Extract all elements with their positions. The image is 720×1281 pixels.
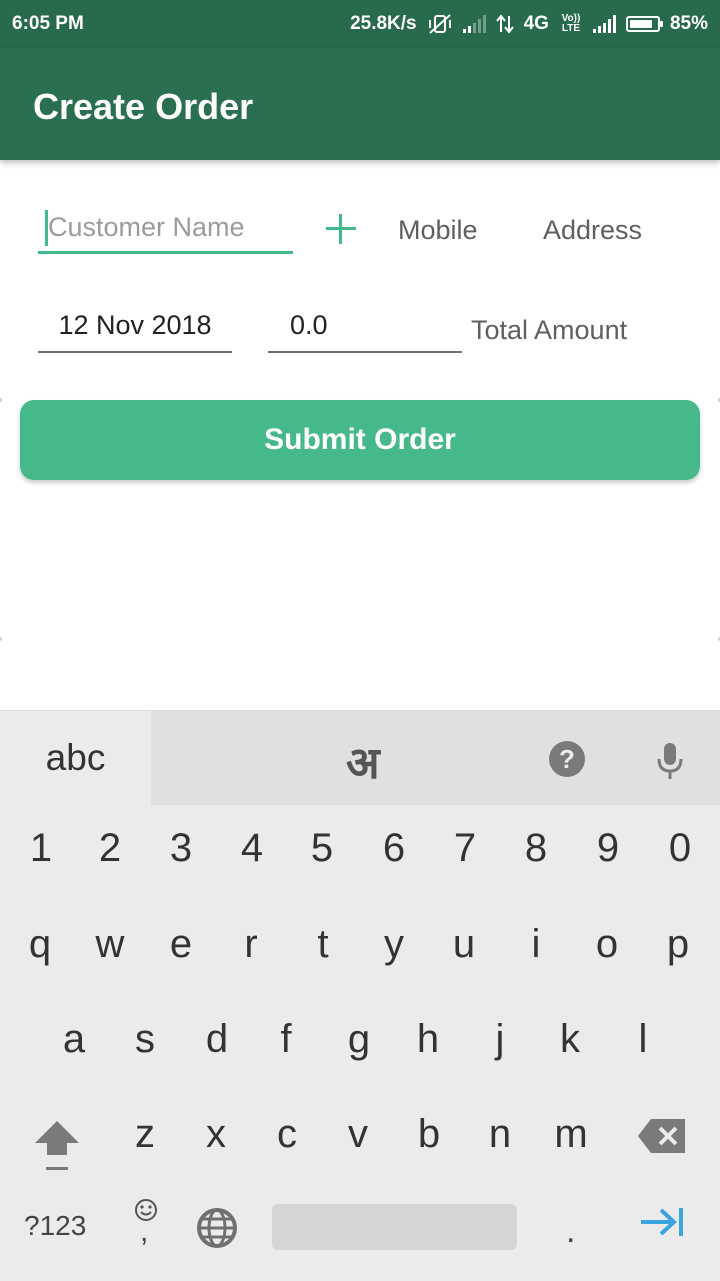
mic-icon[interactable] <box>654 741 686 781</box>
key-k[interactable]: k <box>540 1017 600 1062</box>
key-j[interactable]: j <box>470 1017 530 1062</box>
key-0[interactable]: 0 <box>650 826 710 871</box>
total-amount-label: Total Amount <box>471 315 628 345</box>
key-g[interactable]: g <box>329 1017 389 1062</box>
edge-marker <box>0 398 2 402</box>
key-w[interactable]: w <box>80 922 140 967</box>
key-s[interactable]: s <box>115 1017 175 1062</box>
data-arrows-icon <box>495 14 514 34</box>
key-z[interactable]: z <box>115 1112 175 1157</box>
globe-icon[interactable] <box>196 1207 238 1249</box>
key-m[interactable]: m <box>541 1112 601 1157</box>
order-date-underline <box>38 351 232 353</box>
key-r[interactable]: r <box>221 922 281 967</box>
key-a[interactable]: a <box>44 1017 104 1062</box>
volte-icon: Vo)) LTE <box>561 13 581 34</box>
space-key[interactable] <box>272 1204 517 1250</box>
text-cursor <box>45 210 48 246</box>
signal-icon-sim1 <box>462 15 486 33</box>
edge-marker <box>0 637 2 641</box>
key-5[interactable]: 5 <box>292 826 352 871</box>
keyboard-suggestion-bar: abc अ <box>0 711 720 805</box>
hindi-mode-tab[interactable]: अ <box>346 731 380 791</box>
key-h[interactable]: h <box>398 1017 458 1062</box>
symbols-key[interactable]: ?123 <box>24 1210 86 1242</box>
key-7[interactable]: 7 <box>435 826 495 871</box>
key-p[interactable]: p <box>648 922 708 967</box>
key-o[interactable]: o <box>577 922 637 967</box>
status-icons: 25.8K/s 4G Vo)) LTE 85% <box>350 13 708 35</box>
customer-name-underline <box>38 251 293 254</box>
network-speed: 25.8K/s <box>350 13 417 34</box>
key-f[interactable]: f <box>256 1017 316 1062</box>
enter-icon[interactable] <box>637 1205 685 1239</box>
help-icon[interactable]: ? <box>549 741 585 777</box>
customer-name-input[interactable] <box>38 205 292 249</box>
key-q[interactable]: q <box>10 922 70 967</box>
mobile-label: Mobile <box>398 215 478 245</box>
status-bar: 6:05 PM 25.8K/s 4G Vo)) LTE 85% <box>0 0 720 48</box>
battery-percent: 85% <box>669 13 708 34</box>
signal-icon-sim2 <box>592 15 616 33</box>
soft-keyboard: abc अ <box>0 710 720 1281</box>
battery-icon <box>625 16 663 32</box>
key-d[interactable]: d <box>187 1017 247 1062</box>
key-9[interactable]: 9 <box>578 826 638 871</box>
page-title: Create Order <box>33 86 254 127</box>
emoji-comma-key[interactable]: , <box>130 1197 162 1248</box>
status-time: 6:05 PM <box>12 13 84 34</box>
key-6[interactable]: 6 <box>364 826 424 871</box>
amount-field[interactable]: 0.0 <box>290 310 328 341</box>
key-x[interactable]: x <box>186 1112 246 1157</box>
period-key[interactable]: . <box>566 1212 575 1251</box>
key-c[interactable]: c <box>257 1112 317 1157</box>
shift-icon[interactable] <box>33 1117 81 1173</box>
comma-label: , <box>140 1215 149 1248</box>
key-b[interactable]: b <box>399 1112 459 1157</box>
key-t[interactable]: t <box>293 922 353 967</box>
vibrate-off-icon <box>428 14 451 34</box>
backspace-icon[interactable] <box>637 1117 687 1155</box>
amount-underline <box>268 351 462 353</box>
order-date-field[interactable]: 12 Nov 2018 <box>38 310 232 341</box>
key-8[interactable]: 8 <box>506 826 566 871</box>
key-e[interactable]: e <box>151 922 211 967</box>
app-bar: Create Order <box>0 48 720 160</box>
key-u[interactable]: u <box>434 922 494 967</box>
key-l[interactable]: l <box>613 1017 673 1062</box>
keyboard-top-bar: अ <box>151 711 720 805</box>
add-customer-icon[interactable] <box>326 214 356 244</box>
key-4[interactable]: 4 <box>222 826 282 871</box>
submit-order-button[interactable]: Submit Order <box>20 400 700 480</box>
key-v[interactable]: v <box>328 1112 388 1157</box>
key-y[interactable]: y <box>364 922 424 967</box>
key-2[interactable]: 2 <box>80 826 140 871</box>
network-type: 4G <box>523 13 549 34</box>
key-i[interactable]: i <box>506 922 566 967</box>
address-label: Address <box>543 215 643 245</box>
key-3[interactable]: 3 <box>151 826 211 871</box>
key-n[interactable]: n <box>470 1112 530 1157</box>
abc-mode-tab[interactable]: abc <box>0 711 151 805</box>
key-1[interactable]: 1 <box>11 826 71 871</box>
